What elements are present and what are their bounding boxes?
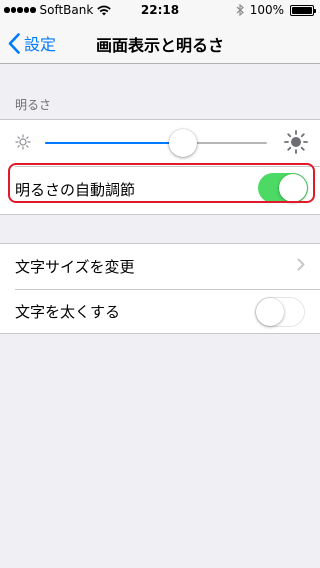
brightness-slider-thumb[interactable]	[168, 129, 197, 157]
page-title: 画面表示と明るさ	[95, 36, 224, 55]
status-bar: SoftBank 22:18 100%	[0, 0, 320, 20]
brightness-slider-row	[0, 120, 320, 166]
battery-percentage: 100%	[249, 3, 284, 17]
auto-brightness-row: 明るさの自動調節	[0, 166, 320, 216]
text-settings-group: 文字サイズを変更 文字を太くする	[0, 243, 320, 334]
toggle-knob	[256, 298, 284, 326]
text-size-row[interactable]: 文字サイズを変更	[0, 244, 320, 289]
auto-brightness-label: 明るさの自動調節	[15, 181, 136, 199]
sun-small-icon	[15, 134, 31, 150]
navigation-bar: 設定 画面表示と明るさ	[0, 20, 320, 64]
text-size-label: 文字サイズを変更	[15, 258, 135, 276]
toggle-knob	[279, 174, 307, 202]
brightness-group: 明るさの自動調節	[0, 119, 320, 215]
bold-text-row: 文字を太くする	[0, 289, 320, 335]
bold-text-toggle[interactable]	[255, 297, 305, 327]
brightness-slider[interactable]	[45, 129, 267, 157]
battery-icon	[290, 4, 316, 16]
bluetooth-icon	[236, 4, 244, 16]
sun-large-icon	[284, 130, 308, 154]
chevron-right-icon	[297, 258, 305, 271]
brightness-section-header: 明るさ	[15, 98, 52, 112]
brightness-slider-fill	[45, 142, 183, 144]
status-right: 100%	[236, 3, 316, 17]
auto-brightness-toggle[interactable]	[258, 173, 308, 203]
bold-text-label: 文字を太くする	[15, 303, 121, 321]
